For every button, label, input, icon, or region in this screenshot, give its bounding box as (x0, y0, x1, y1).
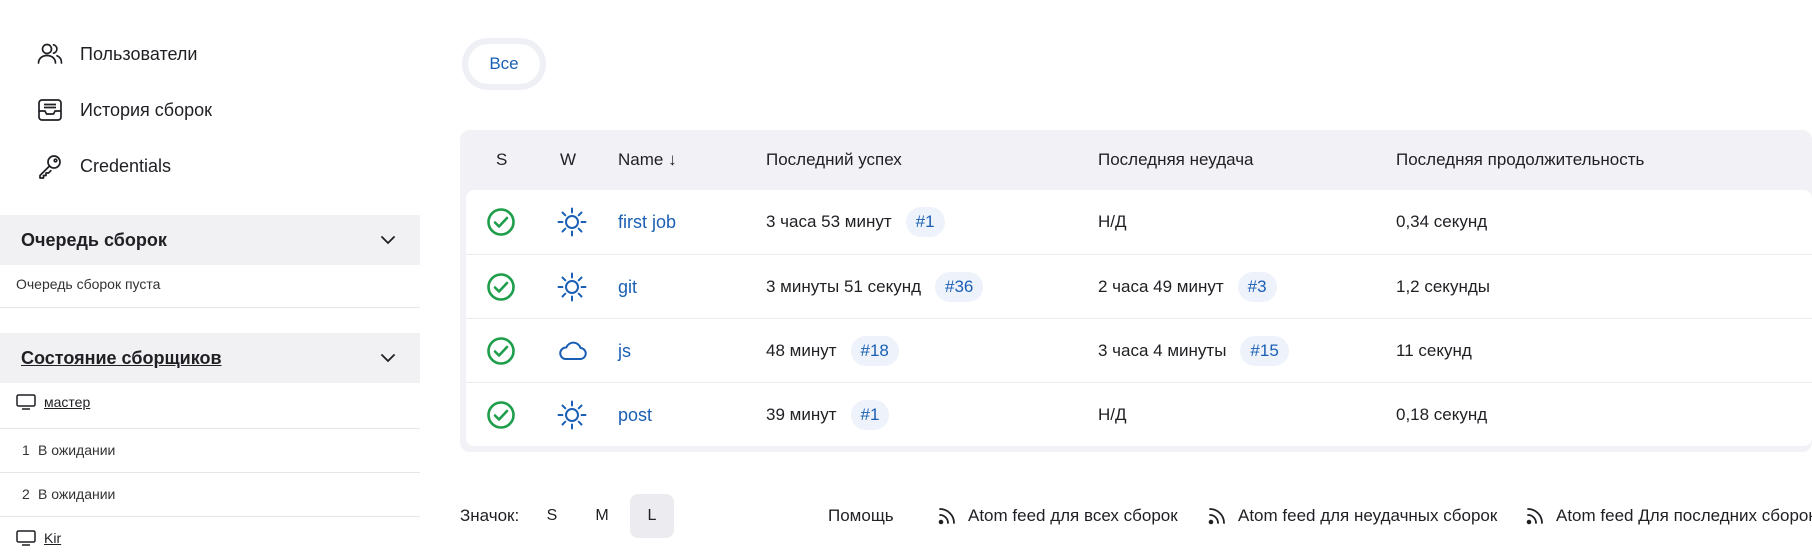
weather-sunny-icon (556, 190, 588, 254)
last-failure-time: Н/Д (1098, 212, 1127, 231)
executor-node: Kir (16, 530, 61, 546)
last-duration: 11 секунд (1396, 341, 1472, 360)
job-link[interactable]: js (618, 341, 631, 362)
rss-icon (1524, 505, 1546, 527)
build-link[interactable]: #1 (850, 400, 890, 430)
executor-node-link[interactable]: мастер (44, 394, 90, 410)
nav-users[interactable]: Пользователи (36, 34, 197, 74)
last-duration: 1,2 секунды (1396, 277, 1490, 296)
header-name[interactable]: Name ↓ (618, 150, 677, 170)
executors-title[interactable]: Состояние сборщиков (21, 348, 222, 369)
sidebar: Пользователи История сборок Credentials … (0, 0, 420, 560)
build-queue-header[interactable]: Очередь сборок (0, 215, 420, 265)
header-last-duration[interactable]: Последняя продолжительность (1396, 150, 1644, 170)
nav-credentials[interactable]: Credentials (36, 146, 171, 186)
inbox-icon (36, 96, 64, 124)
last-failure-time: Н/Д (1098, 405, 1127, 424)
jobs-table-body: first job 3 часа 53 минут #1 Н/Д 0,34 се… (466, 190, 1812, 446)
executors-header[interactable]: Состояние сборщиков (0, 333, 420, 383)
last-success-time: 48 минут (766, 341, 837, 360)
header-last-failure[interactable]: Последняя неудача (1098, 150, 1254, 170)
chevron-down-icon[interactable] (378, 348, 398, 368)
last-success-time: 3 минуты 51 секунд (766, 277, 922, 296)
header-last-success[interactable]: Последний успех (766, 150, 902, 170)
status-success-icon (486, 319, 516, 383)
atom-feed-all-link[interactable]: Atom feed для всех сборок (936, 494, 1178, 538)
build-queue-title: Очередь сборок (21, 229, 167, 250)
executor-node-link[interactable]: Kir (44, 530, 61, 546)
icon-size-m-button[interactable]: M (580, 494, 624, 538)
table-row: js 48 минут #18 3 часа 4 минуты #15 11 с… (466, 318, 1812, 382)
last-failure-time: 2 часа 49 минут (1098, 277, 1224, 296)
executor-slot-status: В ожидании (38, 486, 116, 502)
table-row: first job 3 часа 53 минут #1 Н/Д 0,34 се… (466, 190, 1812, 254)
divider (0, 428, 420, 429)
chevron-down-icon[interactable] (378, 230, 398, 250)
atom-feed-latest-label: Atom feed Для последних сборок (1556, 506, 1812, 525)
build-link[interactable]: #15 (1240, 336, 1289, 366)
last-success-time: 39 минут (766, 405, 837, 424)
key-icon (36, 152, 64, 180)
tab-all[interactable]: Все (462, 38, 546, 90)
rss-icon (936, 505, 958, 527)
build-link[interactable]: #1 (905, 207, 945, 237)
atom-feed-latest-link[interactable]: Atom feed Для последних сборок (1524, 494, 1812, 538)
job-link[interactable]: post (618, 405, 652, 426)
nav-build-history-label: История сборок (80, 99, 213, 120)
rss-icon (1206, 505, 1228, 527)
table-row: post 39 минут #1 Н/Д 0,18 секунд (466, 382, 1812, 446)
job-link[interactable]: git (618, 277, 637, 298)
weather-cloudy-icon (556, 319, 588, 383)
divider (0, 472, 420, 473)
queue-empty-text: Очередь сборок пуста (16, 276, 161, 292)
executor-slot-number: 1 (22, 442, 30, 458)
atom-feed-failed-label: Atom feed для неудачных сборок (1238, 506, 1498, 525)
tab-all-label: Все (489, 54, 519, 73)
weather-sunny-icon (556, 255, 588, 319)
last-duration: 0,18 секунд (1396, 405, 1488, 424)
last-failure-time: 3 часа 4 минуты (1098, 341, 1227, 360)
last-duration: 0,34 секунд (1396, 212, 1488, 231)
build-link[interactable]: #36 (935, 272, 984, 302)
icon-size-l-button[interactable]: L (630, 494, 674, 538)
help-link[interactable]: Помощь (828, 494, 894, 538)
monitor-icon (16, 530, 36, 546)
monitor-icon (16, 394, 36, 410)
executor-slot-number: 2 (22, 486, 30, 502)
icon-size-label: Значок: (460, 506, 520, 525)
atom-feed-all-label: Atom feed для всех сборок (968, 506, 1178, 525)
build-link[interactable]: #18 (850, 336, 899, 366)
weather-sunny-icon (556, 383, 588, 447)
header-weather[interactable]: W (560, 150, 576, 170)
nav-credentials-label: Credentials (80, 155, 172, 176)
divider (0, 516, 420, 517)
executor-slot: 2 В ожидании (16, 486, 115, 502)
build-link[interactable]: #3 (1237, 272, 1277, 302)
table-row: git 3 минуты 51 секунд #36 2 часа 49 мин… (466, 254, 1812, 318)
last-success-time: 3 часа 53 минут (766, 212, 892, 231)
job-link[interactable]: first job (618, 212, 676, 233)
nav-build-history[interactable]: История сборок (36, 90, 212, 130)
atom-feed-failed-link[interactable]: Atom feed для неудачных сборок (1206, 494, 1497, 538)
executor-slot: 1 В ожидании (16, 442, 115, 458)
status-success-icon (486, 190, 516, 254)
header-status[interactable]: S (496, 150, 507, 170)
executor-slot-status: В ожидании (38, 442, 116, 458)
users-icon (36, 40, 64, 68)
status-success-icon (486, 255, 516, 319)
nav-users-label: Пользователи (80, 43, 198, 64)
status-success-icon (486, 383, 516, 447)
icon-size-s-button[interactable]: S (530, 494, 574, 538)
divider (0, 307, 420, 308)
executor-node: мастер (16, 394, 90, 410)
